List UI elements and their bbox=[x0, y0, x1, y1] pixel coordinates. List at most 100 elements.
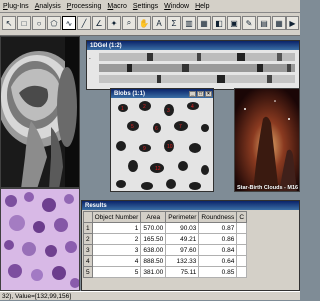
mri-image[interactable] bbox=[0, 36, 80, 188]
column-header-c[interactable]: C bbox=[236, 211, 248, 223]
text-icon[interactable]: A bbox=[152, 16, 166, 30]
row-number: 5 bbox=[83, 266, 93, 278]
blobs-window-controls: _ □ × bbox=[189, 90, 213, 97]
mri-head-image bbox=[1, 37, 79, 187]
row-number: 1 bbox=[83, 222, 93, 234]
nebula-caption: Star-Birth Clouds - M16 bbox=[237, 185, 299, 191]
blobs-window-title: Blobs (1:1) bbox=[114, 90, 146, 97]
svg-text:2: 2 bbox=[143, 104, 146, 110]
cell-c[interactable] bbox=[236, 244, 248, 256]
results-window[interactable]: Results Object Number Area Perimeter Rou… bbox=[81, 200, 300, 291]
menu-macro[interactable]: Macro bbox=[104, 3, 129, 10]
row-number: 2 bbox=[83, 233, 93, 245]
profile-icon[interactable]: ▦ bbox=[197, 16, 211, 30]
tissue-image[interactable] bbox=[0, 188, 80, 291]
menu-help[interactable]: Help bbox=[192, 3, 212, 10]
cell-object-number[interactable]: 1 bbox=[91, 222, 142, 234]
rect-select-icon[interactable]: □ bbox=[17, 16, 31, 30]
cell-area[interactable]: 165.50 bbox=[140, 233, 167, 245]
color-picker-icon[interactable]: ◧ bbox=[212, 16, 226, 30]
results-table: Object Number Area Perimeter Roundness C… bbox=[83, 211, 248, 278]
cell-c[interactable] bbox=[236, 222, 248, 234]
gel-window-title: 1DGel (1:2) bbox=[90, 42, 122, 49]
table-row[interactable]: 1 1 570.00 90.03 0.87 bbox=[83, 222, 248, 234]
freehand-icon[interactable]: ∿ bbox=[62, 16, 76, 30]
nebula-image[interactable]: Star-Birth Clouds - M16 bbox=[234, 88, 300, 192]
cell-roundness[interactable]: 0.64 bbox=[198, 255, 238, 267]
table-row[interactable]: 3 3 638.00 97.60 0.84 bbox=[83, 244, 248, 256]
row-number: 4 bbox=[83, 255, 93, 267]
blobs-window-titlebar[interactable]: Blobs (1:1) _ □ × bbox=[111, 89, 213, 98]
close-icon[interactable]: × bbox=[205, 90, 212, 97]
blobs-window[interactable]: Blobs (1:1) _ □ × 1234 567 9 10 12 bbox=[110, 88, 214, 192]
menu-window[interactable]: Window bbox=[161, 3, 192, 10]
svg-text:5: 5 bbox=[131, 124, 134, 130]
cell-area[interactable]: 638.00 bbox=[140, 244, 167, 256]
status-bar: 32), Value=[132,99,156] bbox=[0, 291, 300, 300]
cell-object-number[interactable]: 3 bbox=[91, 244, 142, 256]
column-header-area[interactable]: Area bbox=[140, 211, 167, 223]
svg-text:6: 6 bbox=[155, 126, 158, 132]
line-icon[interactable]: ╱ bbox=[77, 16, 91, 30]
cell-perimeter[interactable]: 132.33 bbox=[165, 255, 200, 267]
svg-text:7: 7 bbox=[179, 124, 182, 130]
cell-object-number[interactable]: 2 bbox=[91, 233, 142, 245]
cell-area[interactable]: 381.00 bbox=[140, 266, 167, 278]
histology-image bbox=[1, 189, 79, 290]
menu-processing[interactable]: Processing bbox=[64, 3, 105, 10]
cell-perimeter[interactable]: 97.60 bbox=[165, 244, 200, 256]
column-header-perimeter[interactable]: Perimeter bbox=[165, 211, 200, 223]
cell-area[interactable]: 570.00 bbox=[140, 222, 167, 234]
table-icon[interactable]: ▦ bbox=[272, 16, 286, 30]
svg-text:4: 4 bbox=[191, 104, 194, 110]
cell-perimeter[interactable]: 75.11 bbox=[165, 266, 200, 278]
stats-icon[interactable]: Σ bbox=[167, 16, 181, 30]
svg-text:10: 10 bbox=[167, 144, 173, 150]
svg-text:9: 9 bbox=[143, 146, 146, 152]
brush-icon[interactable]: ✎ bbox=[242, 16, 256, 30]
zoom-icon[interactable]: ⌕ bbox=[122, 16, 136, 30]
gel-window[interactable]: 1DGel (1:2) - bbox=[86, 40, 300, 90]
cell-c[interactable] bbox=[236, 255, 248, 267]
cell-object-number[interactable]: 5 bbox=[91, 266, 142, 278]
cell-roundness[interactable]: 0.84 bbox=[198, 244, 238, 256]
menu-settings[interactable]: Settings bbox=[130, 3, 161, 10]
cell-perimeter[interactable]: 49.21 bbox=[165, 233, 200, 245]
oval-select-icon[interactable]: ○ bbox=[32, 16, 46, 30]
menu-analysis[interactable]: Analysis bbox=[32, 3, 64, 10]
histogram-icon[interactable]: ▥ bbox=[182, 16, 196, 30]
cell-c[interactable] bbox=[236, 266, 248, 278]
column-header-object-number[interactable]: Object Number bbox=[91, 211, 142, 223]
minimize-icon[interactable]: _ bbox=[189, 90, 196, 97]
gel-image: - bbox=[87, 50, 299, 89]
row-header-corner bbox=[83, 211, 93, 223]
cell-roundness[interactable]: 0.85 bbox=[198, 266, 238, 278]
fill-icon[interactable]: ▣ bbox=[227, 16, 241, 30]
angle-icon[interactable]: ∠ bbox=[92, 16, 106, 30]
svg-text:3: 3 bbox=[167, 108, 170, 114]
maximize-icon[interactable]: □ bbox=[197, 90, 204, 97]
play-icon[interactable]: ▶ bbox=[286, 16, 299, 30]
svg-text:12: 12 bbox=[155, 166, 161, 172]
histogram-chart-icon[interactable]: ▤ bbox=[257, 16, 271, 30]
cell-area[interactable]: 888.50 bbox=[140, 255, 167, 267]
cell-roundness[interactable]: 0.87 bbox=[198, 222, 238, 234]
polygon-icon[interactable]: ⬠ bbox=[47, 16, 61, 30]
results-window-title: Results bbox=[85, 202, 107, 209]
arrow-icon[interactable]: ↖ bbox=[2, 16, 16, 30]
cell-c[interactable] bbox=[236, 233, 248, 245]
blobs-image: 1 234 567 9 1012 bbox=[111, 98, 213, 191]
table-row[interactable]: 5 5 381.00 75.11 0.85 bbox=[83, 266, 248, 278]
table-row[interactable]: 4 4 888.50 132.33 0.64 bbox=[83, 255, 248, 267]
results-window-titlebar[interactable]: Results bbox=[82, 201, 299, 210]
menu-plugins[interactable]: Plug-Ins bbox=[0, 3, 32, 10]
cell-perimeter[interactable]: 90.03 bbox=[165, 222, 200, 234]
table-row[interactable]: 2 2 165.50 49.21 0.86 bbox=[83, 233, 248, 245]
results-header-row: Object Number Area Perimeter Roundness C bbox=[83, 211, 248, 223]
cell-roundness[interactable]: 0.86 bbox=[198, 233, 238, 245]
column-header-roundness[interactable]: Roundness bbox=[198, 211, 238, 223]
gel-window-titlebar[interactable]: 1DGel (1:2) bbox=[87, 41, 299, 50]
hand-icon[interactable]: ✋ bbox=[137, 16, 151, 30]
wand-icon[interactable]: ✦ bbox=[107, 16, 121, 30]
cell-object-number[interactable]: 4 bbox=[91, 255, 142, 267]
